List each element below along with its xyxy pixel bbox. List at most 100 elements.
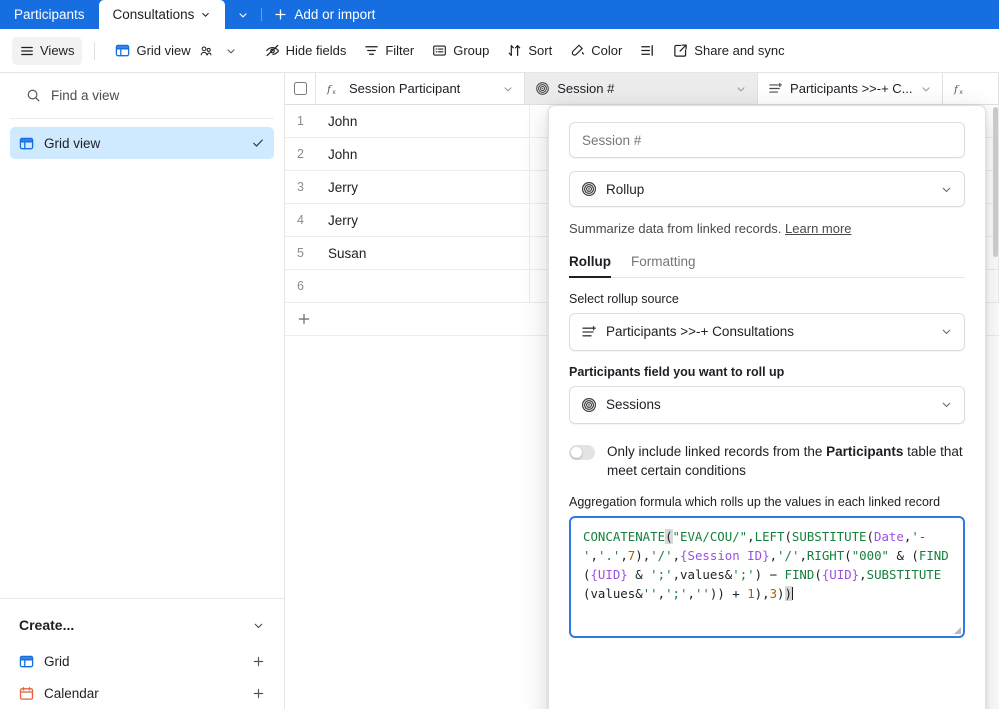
view-list: Grid view xyxy=(0,119,284,159)
sort-button[interactable]: Sort xyxy=(499,37,560,65)
conditions-toggle[interactable] xyxy=(569,444,595,460)
hide-fields-label: Hide fields xyxy=(285,43,347,58)
formula-token: ( xyxy=(784,529,792,545)
formula-token: )) xyxy=(709,586,725,602)
formula-token: , xyxy=(859,567,867,583)
filter-button[interactable]: Filter xyxy=(356,37,422,65)
tab-overflow-chevron-down-icon[interactable] xyxy=(225,0,261,29)
add-or-import-button[interactable]: Add or import xyxy=(262,0,387,29)
tab-rollup[interactable]: Rollup xyxy=(569,253,611,278)
field-name-input[interactable] xyxy=(569,122,965,158)
sidebar-item-grid-view[interactable]: Grid view xyxy=(10,127,274,159)
formula-token: SUBSTITUTE xyxy=(866,567,942,583)
column-header-session-participant[interactable]: fx Session Participant xyxy=(316,73,526,104)
find-view-input[interactable] xyxy=(51,88,258,103)
formula-token: − xyxy=(762,567,785,583)
check-icon xyxy=(251,136,265,150)
aggregation-formula-input[interactable]: CONCATENATE("EVA/COU/",LEFT(SUBSTITUTE(D… xyxy=(569,516,965,639)
share-and-sync-button[interactable]: Share and sync xyxy=(665,37,792,65)
formula-token: ) xyxy=(777,586,785,602)
create-section-header[interactable]: Create... xyxy=(10,605,274,645)
chevron-down-icon[interactable] xyxy=(252,619,265,632)
conditions-text-before: Only include linked records from the xyxy=(607,443,827,459)
cell-session-participant[interactable] xyxy=(318,270,530,302)
formula-token: LEFT xyxy=(754,529,785,545)
hide-fields-button[interactable]: Hide fields xyxy=(257,37,355,65)
row-number: 1 xyxy=(297,114,304,128)
plus-icon[interactable] xyxy=(252,687,265,700)
formula-token: ';' xyxy=(650,567,673,583)
formula-token: ( xyxy=(665,529,673,545)
plus-icon xyxy=(274,8,287,21)
link-records-icon xyxy=(768,81,783,96)
chevron-down-icon[interactable] xyxy=(940,183,953,196)
tab-formatting[interactable]: Formatting xyxy=(631,254,696,277)
cell-session-participant[interactable]: Jerry xyxy=(318,204,530,236)
create-item-label: Grid xyxy=(44,653,70,669)
column-header-formula[interactable]: fx xyxy=(943,73,999,104)
learn-more-link[interactable]: Learn more xyxy=(785,221,851,236)
formula-token: '' xyxy=(694,586,710,602)
formula-token: values xyxy=(590,586,636,602)
grid-view-button[interactable]: Grid view xyxy=(107,37,244,65)
search-icon xyxy=(26,88,41,103)
formula-token: SUBSTITUTE xyxy=(791,529,867,545)
table-tab-participants[interactable]: Participants xyxy=(0,0,99,29)
formula-token: , xyxy=(687,586,695,602)
formula-token: ), xyxy=(635,548,651,564)
column-header-participants-link[interactable]: Participants >>-+ C... xyxy=(758,73,943,104)
cell-session-participant[interactable]: John xyxy=(318,105,530,137)
formula-token: , xyxy=(657,586,666,602)
color-button[interactable]: Color xyxy=(562,37,630,65)
view-toolbar: Views Grid view Hide fields Filter Group xyxy=(0,29,999,73)
chevron-down-icon[interactable] xyxy=(225,45,237,57)
chevron-down-icon[interactable] xyxy=(940,398,953,411)
cell-session-participant[interactable]: John xyxy=(318,138,530,170)
sort-label: Sort xyxy=(528,43,553,58)
create-item-grid[interactable]: Grid xyxy=(10,645,274,677)
group-button[interactable]: Group xyxy=(424,37,497,65)
color-label: Color xyxy=(591,43,623,58)
formula-token: , xyxy=(799,548,807,564)
row-height-button[interactable] xyxy=(632,37,663,65)
views-button[interactable]: Views xyxy=(12,36,83,65)
cell-session-participant[interactable]: Susan xyxy=(318,237,530,269)
vertical-scrollbar[interactable] xyxy=(993,107,998,257)
chevron-down-icon[interactable] xyxy=(940,325,953,338)
select-all-checkbox[interactable] xyxy=(285,73,316,104)
row-height-icon xyxy=(640,43,655,58)
conditions-text-bold: Participants xyxy=(826,443,904,459)
formula-token: '/' xyxy=(650,548,673,564)
create-section: Create... Grid Calendar xyxy=(0,598,284,709)
column-header-session-number[interactable]: Session # xyxy=(525,73,759,104)
link-records-icon xyxy=(581,324,597,340)
chevron-down-icon[interactable] xyxy=(920,83,932,95)
svg-text:x: x xyxy=(959,88,963,95)
formula-token: {UID} xyxy=(590,567,628,583)
formula-token: , xyxy=(620,548,628,564)
rollup-field-select[interactable]: Sessions xyxy=(569,385,965,424)
field-editor-body: Rollup Summarize data from linked record… xyxy=(549,106,985,709)
filter-icon xyxy=(364,43,379,58)
rollup-source-select[interactable]: Participants >>-+ Consultations xyxy=(569,312,965,351)
plus-icon[interactable] xyxy=(252,655,265,668)
formula-token: ) xyxy=(754,567,763,583)
create-item-calendar[interactable]: Calendar xyxy=(10,677,274,709)
formula-token: 3 xyxy=(769,586,778,602)
views-sidebar: Grid view Create... Grid xyxy=(0,73,285,709)
tab-label: Rollup xyxy=(569,253,611,269)
chevron-down-icon[interactable] xyxy=(502,83,514,95)
table-tab-consultations[interactable]: Consultations xyxy=(98,0,226,29)
chevron-down-icon[interactable] xyxy=(735,83,747,95)
row-number: 2 xyxy=(297,147,304,161)
description-text: Summarize data from linked records. xyxy=(569,221,782,236)
formula-token: & xyxy=(889,548,912,564)
cell-session-participant[interactable]: Jerry xyxy=(318,171,530,203)
field-type-select[interactable]: Rollup xyxy=(569,171,965,207)
formula-icon: fx xyxy=(953,82,969,96)
chevron-down-icon[interactable] xyxy=(200,9,211,20)
svg-text:x: x xyxy=(332,88,336,95)
formula-token: {UID} xyxy=(821,567,860,583)
formula-token: ( xyxy=(814,567,822,583)
formula-token: , xyxy=(672,548,681,564)
